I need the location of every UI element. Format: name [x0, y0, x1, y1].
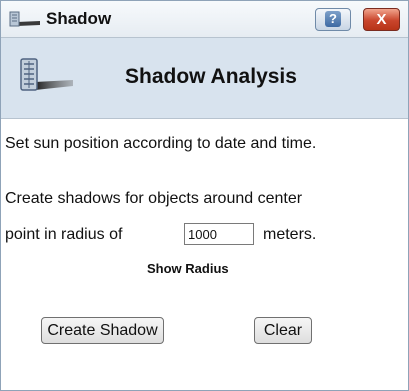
- clear-button[interactable]: Clear: [254, 317, 312, 344]
- sun-position-text: Set sun position according to date and t…: [5, 135, 317, 152]
- window-title: Shadow: [46, 9, 112, 28]
- help-icon: ?: [325, 11, 341, 27]
- close-icon: X: [376, 11, 387, 28]
- radius-label: point in radius of: [5, 226, 123, 243]
- shadow-window: Shadow ? X Shadow Analysis Set sun posit…: [0, 0, 409, 391]
- radius-input[interactable]: [184, 223, 254, 245]
- page-title: Shadow Analysis: [125, 65, 297, 88]
- header-band: Shadow Analysis: [1, 38, 408, 119]
- show-radius-link[interactable]: Show Radius: [147, 261, 229, 276]
- shadow-description: Create shadows for objects around center: [5, 190, 303, 207]
- create-shadow-button[interactable]: Create Shadow: [41, 317, 164, 344]
- radius-unit: meters.: [263, 226, 317, 243]
- shadow-building-icon: [9, 11, 40, 27]
- close-button[interactable]: X: [363, 8, 400, 31]
- title-bar[interactable]: Shadow ? X: [1, 1, 408, 38]
- help-button[interactable]: ?: [315, 8, 351, 31]
- shadow-building-icon: [20, 58, 73, 91]
